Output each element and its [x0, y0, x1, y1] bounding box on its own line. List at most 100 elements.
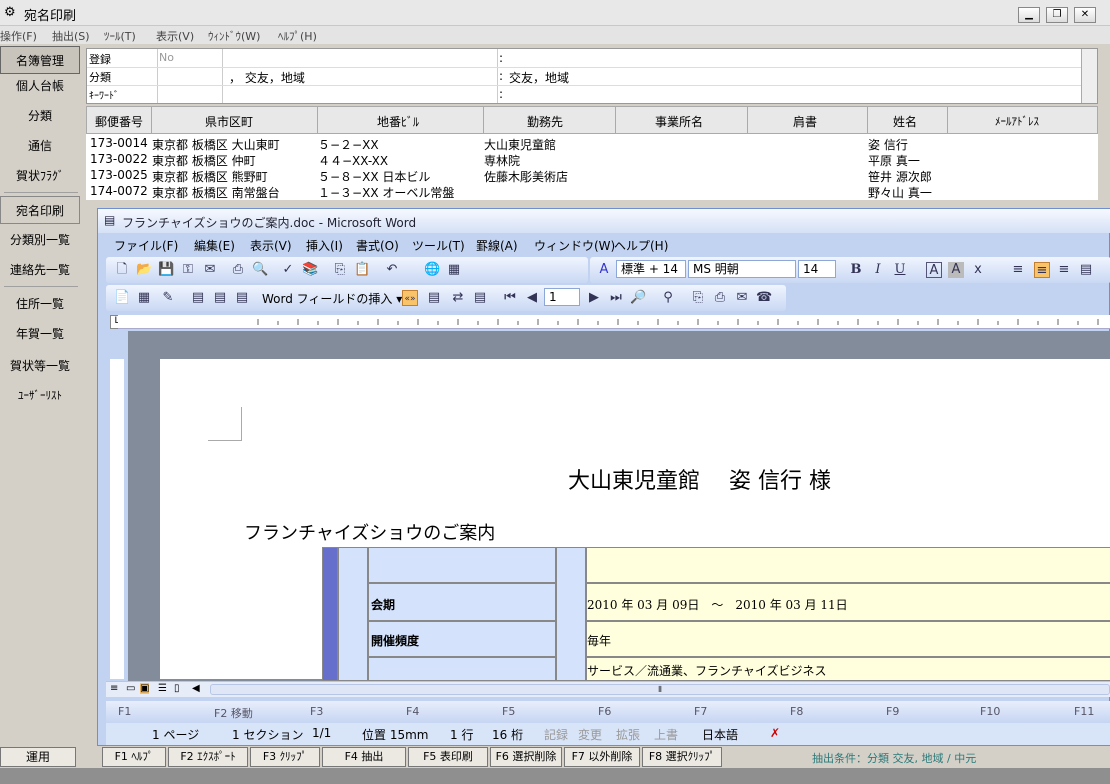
- match-fields-icon[interactable]: ⇄: [450, 290, 466, 306]
- col-header-address[interactable]: 地番ﾋﾞﾙ: [377, 113, 419, 130]
- spelling-icon[interactable]: ✓: [280, 262, 296, 278]
- char-border-icon[interactable]: A: [926, 262, 942, 278]
- sidebar-item-category-list[interactable]: 分類別一覧: [0, 226, 80, 254]
- f1-help-button[interactable]: F1 ﾍﾙﾌﾟ: [102, 747, 166, 767]
- col-separator[interactable]: [615, 107, 616, 135]
- save-icon[interactable]: 💾: [158, 262, 174, 278]
- print-preview-icon[interactable]: 🔍: [252, 262, 268, 278]
- align-left-icon[interactable]: ≡: [1010, 262, 1026, 278]
- fkey-f6[interactable]: F6: [598, 705, 611, 718]
- sidebar-item-correspondence[interactable]: 通信: [0, 132, 80, 160]
- col-separator[interactable]: [747, 107, 748, 135]
- minimize-button[interactable]: ▁: [1018, 7, 1040, 23]
- greeting-line-icon[interactable]: ▤: [212, 290, 228, 306]
- word-menu-format[interactable]: 書式(O): [356, 237, 399, 254]
- align-center-icon[interactable]: ≡: [1034, 262, 1050, 278]
- col-separator[interactable]: [317, 107, 318, 135]
- word-menu-edit[interactable]: 編集(E): [194, 237, 235, 254]
- copy-icon[interactable]: ⎘: [332, 262, 348, 278]
- close-button[interactable]: ✕: [1074, 7, 1096, 23]
- vertical-ruler[interactable]: [110, 359, 124, 679]
- sidebar-item-cards-list[interactable]: 賀状等一覧: [0, 352, 80, 380]
- web-view-icon[interactable]: ▭: [126, 683, 135, 694]
- view-merged-data-icon[interactable]: «»: [402, 290, 418, 306]
- merge-to-fax-icon[interactable]: ☎: [756, 290, 772, 306]
- reading-view-icon[interactable]: ▯: [174, 683, 180, 694]
- col-separator[interactable]: [947, 107, 948, 135]
- font-size-combo[interactable]: 14: [798, 260, 836, 278]
- col-header-email[interactable]: ﾒｰﾙｱﾄﾞﾚｽ: [995, 113, 1039, 129]
- sidebar-item-user-list[interactable]: ﾕｰｻﾞｰﾘｽﾄ: [0, 382, 80, 410]
- last-record-icon[interactable]: ⏭: [608, 290, 624, 306]
- find-entry-icon[interactable]: 🔎: [630, 290, 646, 306]
- col-header-name[interactable]: 姓名: [893, 113, 917, 130]
- char-shading-icon[interactable]: A: [948, 262, 964, 278]
- italic-icon[interactable]: I: [870, 262, 886, 278]
- propagate-labels-icon[interactable]: ▤: [472, 290, 488, 306]
- highlight-fields-icon[interactable]: ▤: [426, 290, 442, 306]
- main-document-setup-icon[interactable]: 📄: [114, 290, 130, 306]
- status-ovr[interactable]: 上書: [654, 726, 678, 743]
- status-chg[interactable]: 変更: [578, 726, 602, 743]
- check-errors-icon[interactable]: ⚲: [660, 290, 676, 306]
- horizontal-ruler[interactable]: [118, 315, 1110, 329]
- merge-to-document-icon[interactable]: ⎘: [690, 290, 706, 306]
- menu-tools[interactable]: ﾂｰﾙ(T): [104, 28, 136, 44]
- table-icon[interactable]: ▦: [446, 262, 462, 278]
- menu-extract[interactable]: 抽出(S): [52, 28, 90, 44]
- undo-icon[interactable]: ↶: [384, 262, 400, 278]
- f8-clip-selected-button[interactable]: F8 選択ｸﾘｯﾌﾟ: [642, 747, 722, 767]
- col-separator[interactable]: [867, 107, 868, 135]
- fkey-f9[interactable]: F9: [886, 705, 899, 718]
- sidebar-item-card-flag[interactable]: 賀状ﾌﾗｸﾞ: [0, 162, 80, 190]
- fkey-f5[interactable]: F5: [502, 705, 515, 718]
- sidebar-item-address-list[interactable]: 住所一覧: [0, 290, 80, 318]
- new-icon[interactable]: 🗋: [114, 262, 130, 278]
- insert-word-field-button[interactable]: Word フィールドの挿入 ▾: [262, 290, 402, 307]
- document-page[interactable]: 大山東児童館 姿 信行 様 フランチャイズショウのご案内 会期 2010 年 0…: [160, 359, 1110, 681]
- hyperlink-icon[interactable]: 🌐: [424, 262, 440, 278]
- status-rec[interactable]: 記録: [544, 726, 568, 743]
- menu-view[interactable]: 表示(V): [156, 28, 194, 44]
- menu-help[interactable]: ﾍﾙﾌﾟ(H): [278, 28, 317, 44]
- sidebar-item-roster[interactable]: 名簿管理: [0, 46, 80, 74]
- word-menu-help[interactable]: ヘルプ(H): [614, 237, 668, 254]
- horizontal-scrollbar[interactable]: ≡ ▭ ▣ ☰ ▯ ◀ ⦀: [106, 681, 1110, 697]
- underline-icon[interactable]: U: [892, 262, 908, 278]
- bold-icon[interactable]: B: [848, 262, 864, 278]
- merge-to-printer-icon[interactable]: ⎙: [712, 290, 728, 306]
- fkey-f3[interactable]: F3: [310, 705, 323, 718]
- word-menu-file[interactable]: ファイル(F): [114, 237, 178, 254]
- fkey-f2[interactable]: F2 移動: [214, 705, 253, 721]
- fkey-f4[interactable]: F4: [406, 705, 419, 718]
- col-header-title[interactable]: 肩書: [793, 113, 817, 130]
- scroll-thumb[interactable]: ⦀: [210, 684, 1110, 695]
- sidebar-item-ledger[interactable]: 個人台帳: [0, 72, 80, 100]
- operation-button[interactable]: 運用: [0, 747, 76, 767]
- col-separator[interactable]: [483, 107, 484, 135]
- merge-to-email-icon[interactable]: ✉: [734, 290, 750, 306]
- word-menu-table[interactable]: 罫線(A): [476, 237, 518, 254]
- f2-export-button[interactable]: F2 ｴｸｽﾎﾟｰﾄ: [168, 747, 248, 767]
- previous-record-icon[interactable]: ◀: [524, 290, 540, 306]
- next-record-icon[interactable]: ▶: [586, 290, 602, 306]
- styles-icon[interactable]: A: [596, 262, 612, 278]
- filter-scrollbar[interactable]: [1081, 49, 1097, 103]
- align-right-icon[interactable]: ≡: [1056, 262, 1072, 278]
- menu-operation[interactable]: 操作(F): [0, 28, 37, 44]
- f3-clip-button[interactable]: F3 ｸﾘｯﾌﾟ: [250, 747, 320, 767]
- restore-button[interactable]: ❐: [1046, 7, 1068, 23]
- fkey-f8[interactable]: F8: [790, 705, 803, 718]
- print-icon[interactable]: ⎙: [230, 262, 246, 278]
- spelling-status-icon[interactable]: ✗: [770, 726, 780, 740]
- word-menu-insert[interactable]: 挿入(I): [306, 237, 343, 254]
- sidebar-item-category[interactable]: 分類: [0, 102, 80, 130]
- f7-delete-others-button[interactable]: F7 以外削除: [564, 747, 640, 767]
- scroll-left-icon[interactable]: ◀: [192, 683, 200, 694]
- col-header-zip[interactable]: 郵便番号: [95, 113, 143, 130]
- research-icon[interactable]: 📚: [302, 262, 318, 278]
- category-field-2[interactable]: 交友，地域: [509, 69, 569, 86]
- email-icon[interactable]: ✉: [202, 262, 218, 278]
- status-ext[interactable]: 拡張: [616, 726, 640, 743]
- justify-icon[interactable]: ▤: [1078, 262, 1094, 278]
